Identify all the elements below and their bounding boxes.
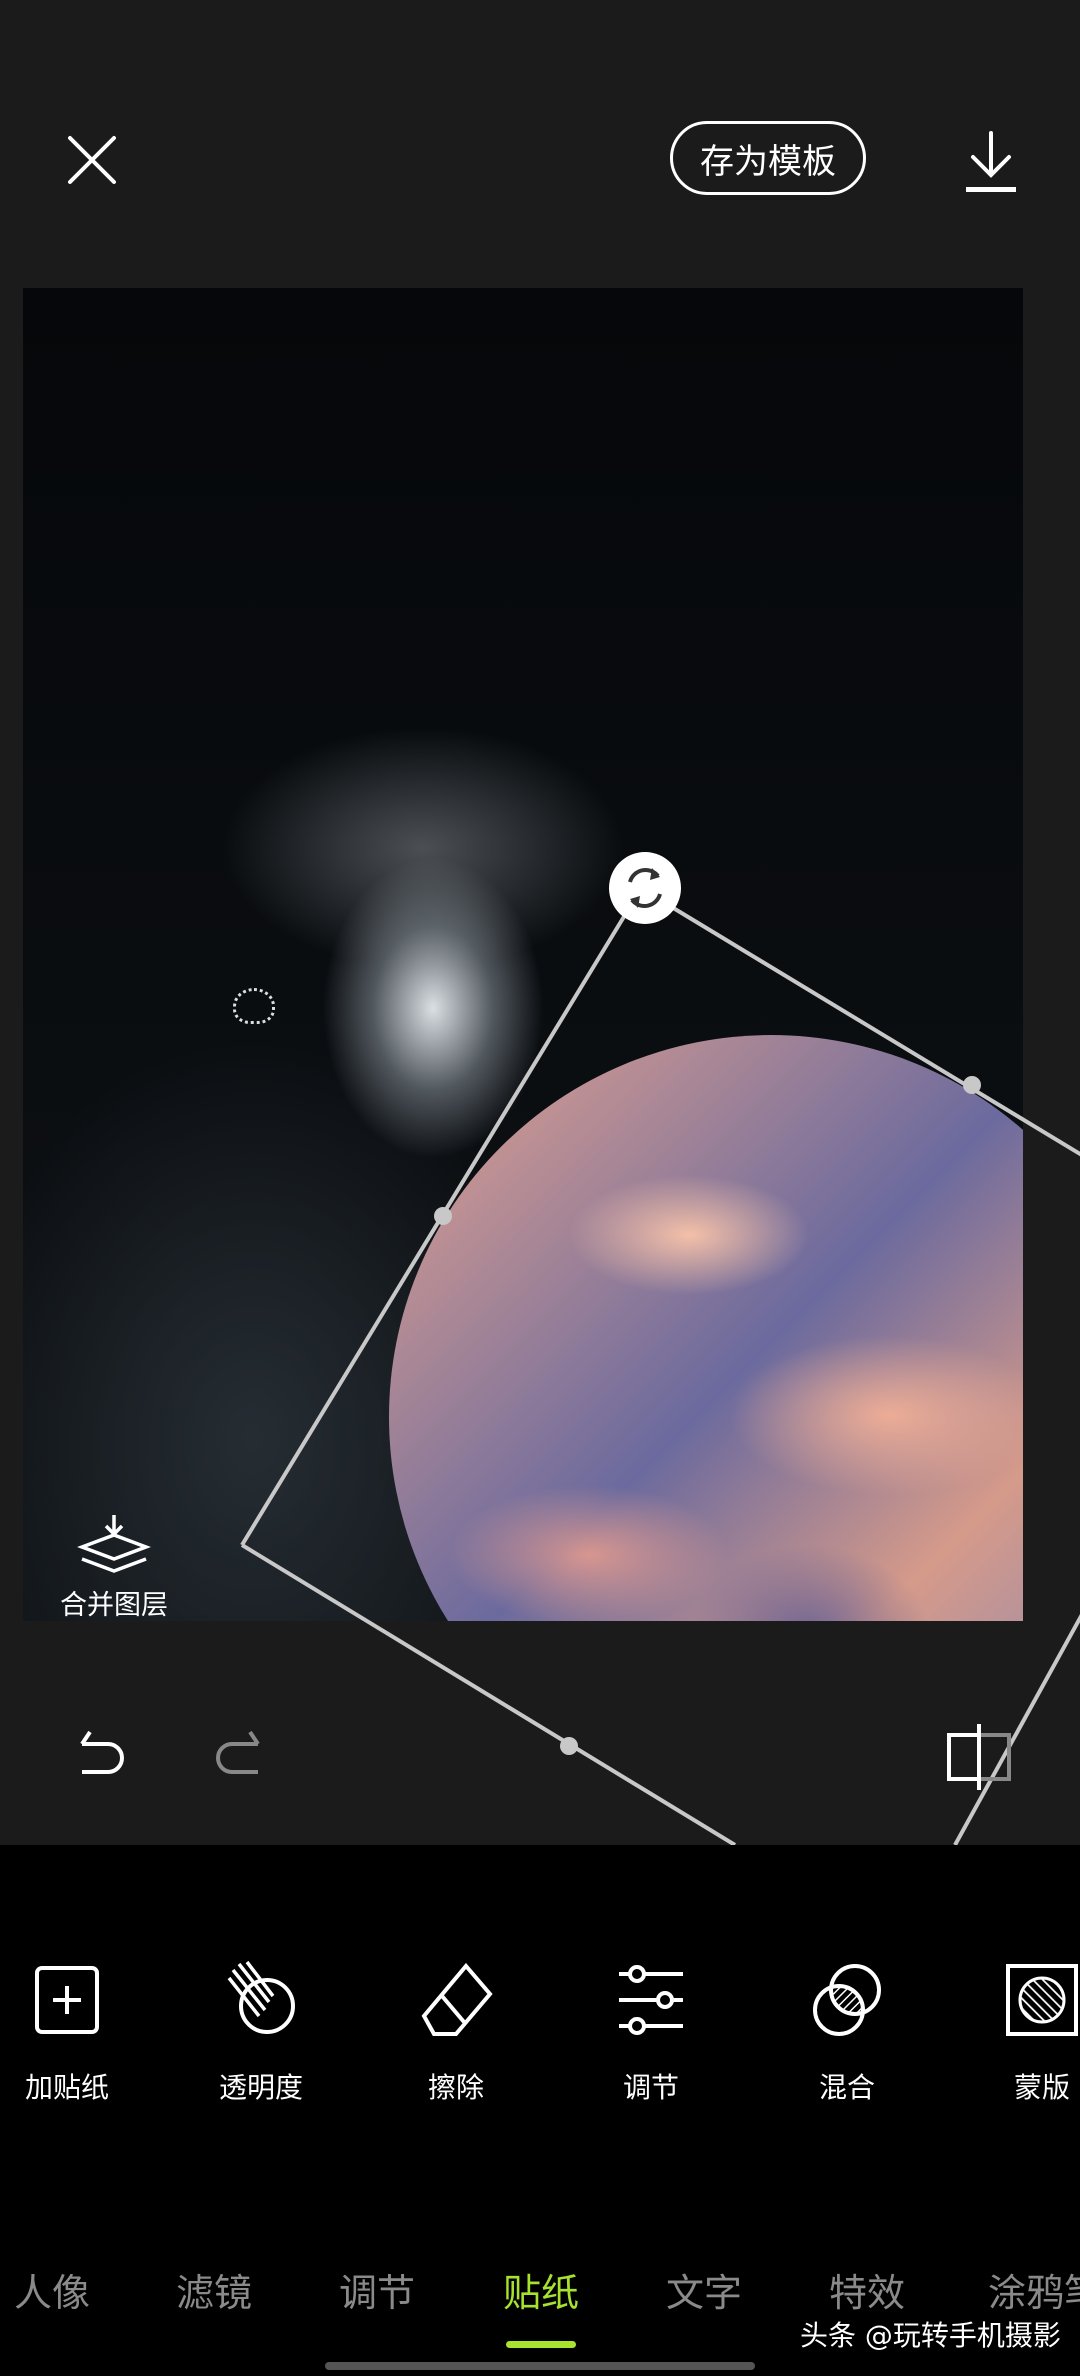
redo-icon[interactable]	[208, 1730, 264, 1786]
sticker-selection-box[interactable]	[0, 0, 1080, 1845]
tab-portrait[interactable]: 人像	[14, 2262, 90, 2317]
eraser-icon	[421, 1962, 493, 2036]
tool-eraser[interactable]: 擦除	[376, 1960, 536, 2106]
tool-label: 擦除	[427, 2071, 484, 2104]
tool-label: 混合	[818, 2071, 875, 2104]
tab-text[interactable]: 文字	[666, 2262, 742, 2317]
compare-icon[interactable]	[946, 1722, 1014, 1792]
resize-handle-bottom	[560, 1737, 578, 1755]
tab-filter[interactable]: 滤镜	[176, 2262, 252, 2317]
sliders-icon	[619, 1965, 683, 2035]
tab-sticker[interactable]: 贴纸	[503, 2262, 579, 2317]
tool-opacity[interactable]: 透明度	[181, 1960, 341, 2106]
tool-add-sticker[interactable]: 加贴纸	[0, 1960, 147, 2106]
tool-label: 蒙版	[1013, 2071, 1070, 2104]
tool-adjust[interactable]: 调节	[571, 1960, 731, 2106]
add-sticker-icon	[35, 1966, 99, 2034]
resize-handle-top	[963, 1076, 981, 1094]
resize-handle-left	[434, 1207, 452, 1225]
selection-edge-top	[668, 904, 1080, 1157]
tool-blend[interactable]: 混合	[767, 1960, 927, 2106]
active-tab-indicator	[506, 2341, 576, 2348]
tool-label: 调节	[622, 2071, 679, 2104]
tool-label: 透明度	[218, 2071, 303, 2104]
tab-doodle[interactable]: 涂鸦笔	[988, 2262, 1080, 2317]
blend-icon	[813, 1964, 881, 2036]
selection-edge-left	[240, 908, 630, 1547]
rotate-handle	[609, 852, 681, 924]
undo-icon[interactable]	[76, 1730, 132, 1786]
home-indicator[interactable]	[325, 2362, 755, 2370]
mask-icon	[1006, 1964, 1078, 2036]
tool-mask[interactable]: 蒙版	[962, 1960, 1080, 2106]
tab-effects[interactable]: 特效	[829, 2262, 905, 2317]
selection-edge-bottom	[240, 1543, 737, 1845]
watermark: 头条 @玩转手机摄影	[800, 2319, 1061, 2352]
opacity-icon	[227, 1960, 295, 2034]
tab-adjust[interactable]: 调节	[339, 2262, 415, 2317]
tool-label: 加贴纸	[24, 2071, 109, 2104]
